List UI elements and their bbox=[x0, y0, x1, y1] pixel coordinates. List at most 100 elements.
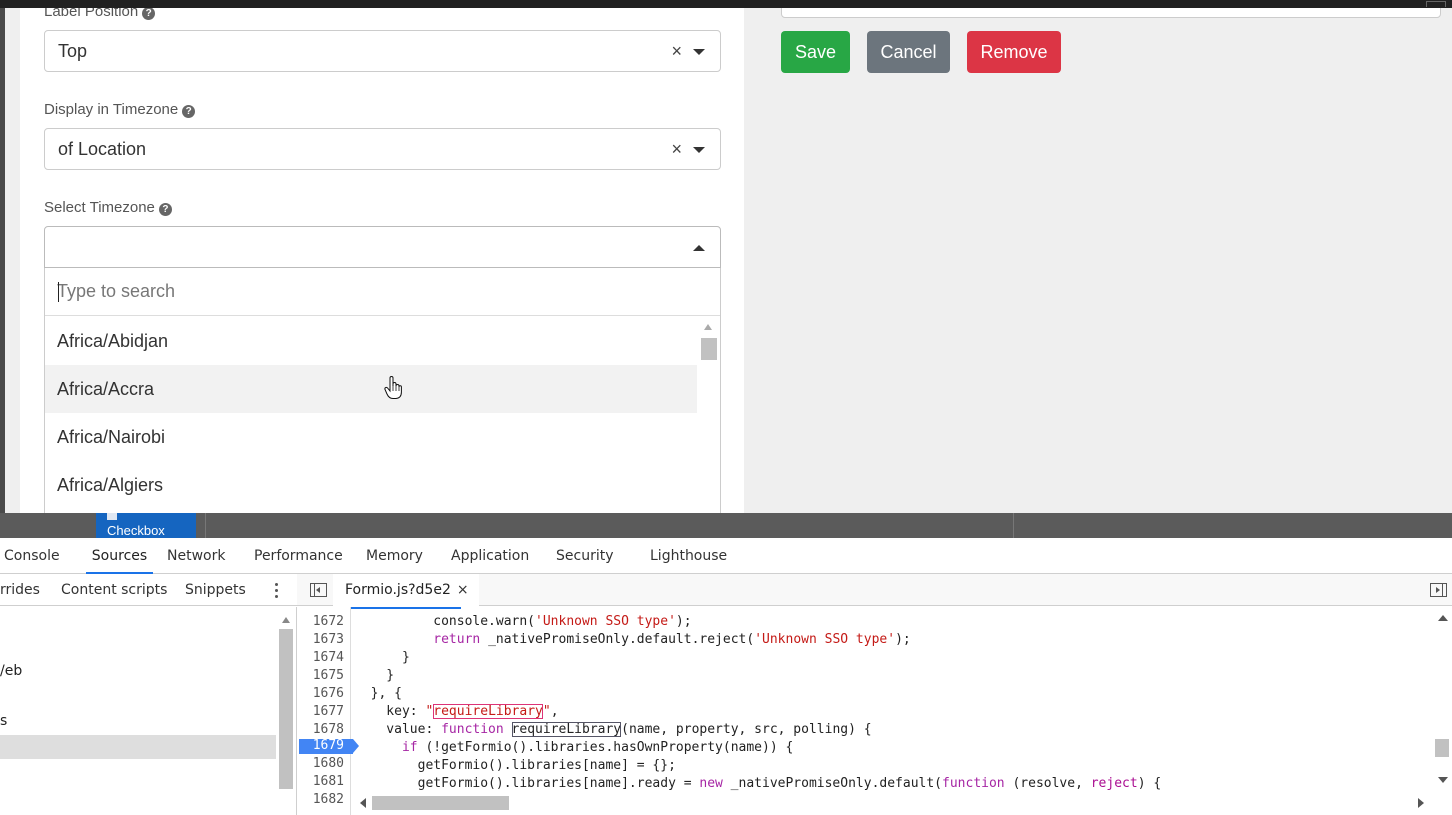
chevron-down-icon[interactable] bbox=[693, 147, 705, 153]
line-number[interactable]: 1675 bbox=[313, 667, 344, 685]
code-line: value: function requireLibrary(name, pro… bbox=[355, 722, 872, 737]
tab-snippets[interactable]: Snippets bbox=[185, 574, 246, 606]
help-icon[interactable]: ? bbox=[142, 8, 156, 20]
code-horizontal-scrollbar[interactable] bbox=[352, 794, 1432, 812]
scroll-right-icon[interactable] bbox=[1418, 798, 1424, 808]
help-icon[interactable]: ? bbox=[182, 105, 196, 118]
navigator-scrollbar[interactable] bbox=[278, 615, 294, 815]
close-icon[interactable]: × bbox=[457, 582, 469, 598]
line-number[interactable]: 1677 bbox=[313, 703, 344, 721]
top-bar bbox=[0, 0, 1452, 8]
line-number[interactable]: 1680 bbox=[313, 755, 344, 773]
line-number[interactable]: 1676 bbox=[313, 685, 344, 703]
hand-pointer-icon bbox=[384, 376, 402, 399]
scroll-up-icon[interactable] bbox=[282, 617, 290, 623]
selected-tree-row[interactable] bbox=[0, 735, 276, 759]
navigator-tabbar: rrides Content scripts Snippets bbox=[0, 574, 297, 606]
line-number-breakpoint[interactable]: 1679 bbox=[313, 737, 344, 755]
display-timezone-value: of Location bbox=[58, 139, 147, 159]
tab-lighthouse[interactable]: Lighthouse bbox=[650, 538, 727, 574]
code-line: }, { bbox=[355, 686, 402, 701]
text-cursor bbox=[58, 282, 59, 302]
preview-input[interactable] bbox=[781, 8, 1441, 18]
label-position-value: Top bbox=[58, 41, 88, 61]
timezone-option[interactable]: Africa/Abidjan bbox=[45, 317, 697, 365]
code-line: getFormio().libraries[name] = {}; bbox=[355, 758, 676, 773]
file-navigator: /eb s bbox=[0, 607, 297, 815]
toggle-debugger-icon[interactable] bbox=[1430, 583, 1447, 597]
devtools-panel: Console Sources Network Performance Memo… bbox=[0, 538, 1452, 815]
scrollbar-thumb[interactable] bbox=[279, 629, 293, 789]
file-tab-label: Formio.js?d5e2 bbox=[345, 582, 451, 598]
scroll-up-icon[interactable] bbox=[1438, 615, 1448, 621]
timezone-search-input[interactable] bbox=[45, 268, 720, 316]
cancel-button[interactable]: Cancel bbox=[867, 31, 950, 73]
code-line: getFormio().libraries[name].ready = new … bbox=[355, 776, 1162, 791]
timezone-options-list: Africa/Abidjan Africa/Accra Africa/Nairo… bbox=[45, 317, 697, 509]
code-editor[interactable]: 1672 1673 1674 1675 1676 1677 1678 1679 … bbox=[297, 607, 1452, 815]
line-number[interactable]: 1682 bbox=[313, 791, 344, 809]
tab-memory[interactable]: Memory bbox=[366, 538, 423, 574]
code-line: } bbox=[355, 668, 395, 683]
chevron-up-icon[interactable] bbox=[693, 245, 705, 251]
timezone-dropdown: Africa/Abidjan Africa/Accra Africa/Nairo… bbox=[44, 268, 721, 513]
timezone-option[interactable]: Africa/Algiers bbox=[45, 461, 697, 509]
source-tabbar: Formio.js?d5e2 × bbox=[297, 574, 1452, 606]
select-timezone-label: Select Timezone? bbox=[44, 198, 172, 218]
kebab-menu-icon[interactable] bbox=[275, 583, 279, 599]
label-position-label: Label Position? bbox=[44, 8, 156, 22]
component-edit-modal: Label Position? Top × Display in Timezon… bbox=[5, 8, 1452, 513]
tree-item[interactable]: /eb bbox=[0, 663, 22, 679]
line-number[interactable]: 1681 bbox=[313, 773, 344, 791]
remove-button[interactable]: Remove bbox=[967, 31, 1061, 73]
timezone-option[interactable]: Africa/Nairobi bbox=[45, 413, 697, 461]
chevron-down-icon[interactable] bbox=[693, 49, 705, 55]
tab-console[interactable]: Console bbox=[4, 538, 60, 574]
select-timezone-select[interactable] bbox=[44, 226, 721, 268]
clear-icon[interactable]: × bbox=[671, 31, 682, 71]
settings-form: Label Position? Top × Display in Timezon… bbox=[20, 8, 744, 513]
display-timezone-label: Display in Timezone? bbox=[44, 100, 196, 120]
devtools-tabbar: Console Sources Network Performance Memo… bbox=[0, 538, 1452, 574]
checkbox-component-tile[interactable]: Checkbox bbox=[96, 513, 196, 538]
line-number[interactable]: 1674 bbox=[313, 649, 344, 667]
checkbox-icon bbox=[107, 513, 117, 520]
tab-content-scripts[interactable]: Content scripts bbox=[61, 574, 167, 606]
scroll-down-icon[interactable] bbox=[1438, 777, 1448, 783]
tab-overrides[interactable]: rrides bbox=[0, 574, 40, 606]
label-position-select[interactable]: Top × bbox=[44, 30, 721, 72]
tab-sources[interactable]: Sources bbox=[86, 538, 153, 574]
divider bbox=[205, 513, 206, 538]
code-line: default: bbox=[355, 607, 481, 612]
clear-icon[interactable]: × bbox=[671, 129, 682, 169]
code-line: } bbox=[355, 650, 410, 665]
code-line: return _nativePromiseOnly.default.reject… bbox=[433, 632, 911, 647]
code-vertical-scrollbar[interactable] bbox=[1432, 607, 1452, 797]
scrollbar-thumb[interactable] bbox=[701, 338, 717, 360]
save-button[interactable]: Save bbox=[781, 31, 850, 73]
tab-performance[interactable]: Performance bbox=[254, 538, 343, 574]
scrollbar-thumb[interactable] bbox=[372, 796, 509, 810]
tab-application[interactable]: Application bbox=[451, 538, 529, 574]
code-line: console.warn('Unknown SSO type'); bbox=[355, 614, 692, 629]
help-icon[interactable]: ? bbox=[158, 203, 172, 216]
checkbox-tile-label: Checkbox bbox=[107, 523, 165, 538]
display-timezone-select[interactable]: of Location × bbox=[44, 128, 721, 170]
dropdown-scrollbar[interactable] bbox=[699, 321, 719, 513]
scroll-up-icon[interactable] bbox=[704, 324, 712, 330]
divider bbox=[1013, 513, 1014, 538]
line-gutter: 1672 1673 1674 1675 1676 1677 1678 1679 … bbox=[297, 607, 359, 815]
timezone-option[interactable]: Africa/Accra bbox=[45, 365, 697, 413]
file-tab[interactable]: Formio.js?d5e2 × bbox=[333, 574, 479, 606]
line-number[interactable]: 1673 bbox=[313, 631, 344, 649]
tree-item[interactable]: s bbox=[0, 713, 7, 729]
code-line: key: "requireLibrary", bbox=[355, 704, 559, 719]
line-number[interactable]: 1672 bbox=[313, 613, 344, 631]
scroll-left-icon[interactable] bbox=[360, 798, 366, 808]
scrollbar-thumb[interactable] bbox=[1435, 739, 1449, 757]
window-corner-icon bbox=[1426, 1, 1446, 7]
tab-network[interactable]: Network bbox=[167, 538, 225, 574]
code-line: if (!getFormio().libraries.hasOwnPropert… bbox=[401, 740, 794, 755]
tab-security[interactable]: Security bbox=[556, 538, 614, 574]
toggle-navigator-icon[interactable] bbox=[310, 583, 327, 597]
